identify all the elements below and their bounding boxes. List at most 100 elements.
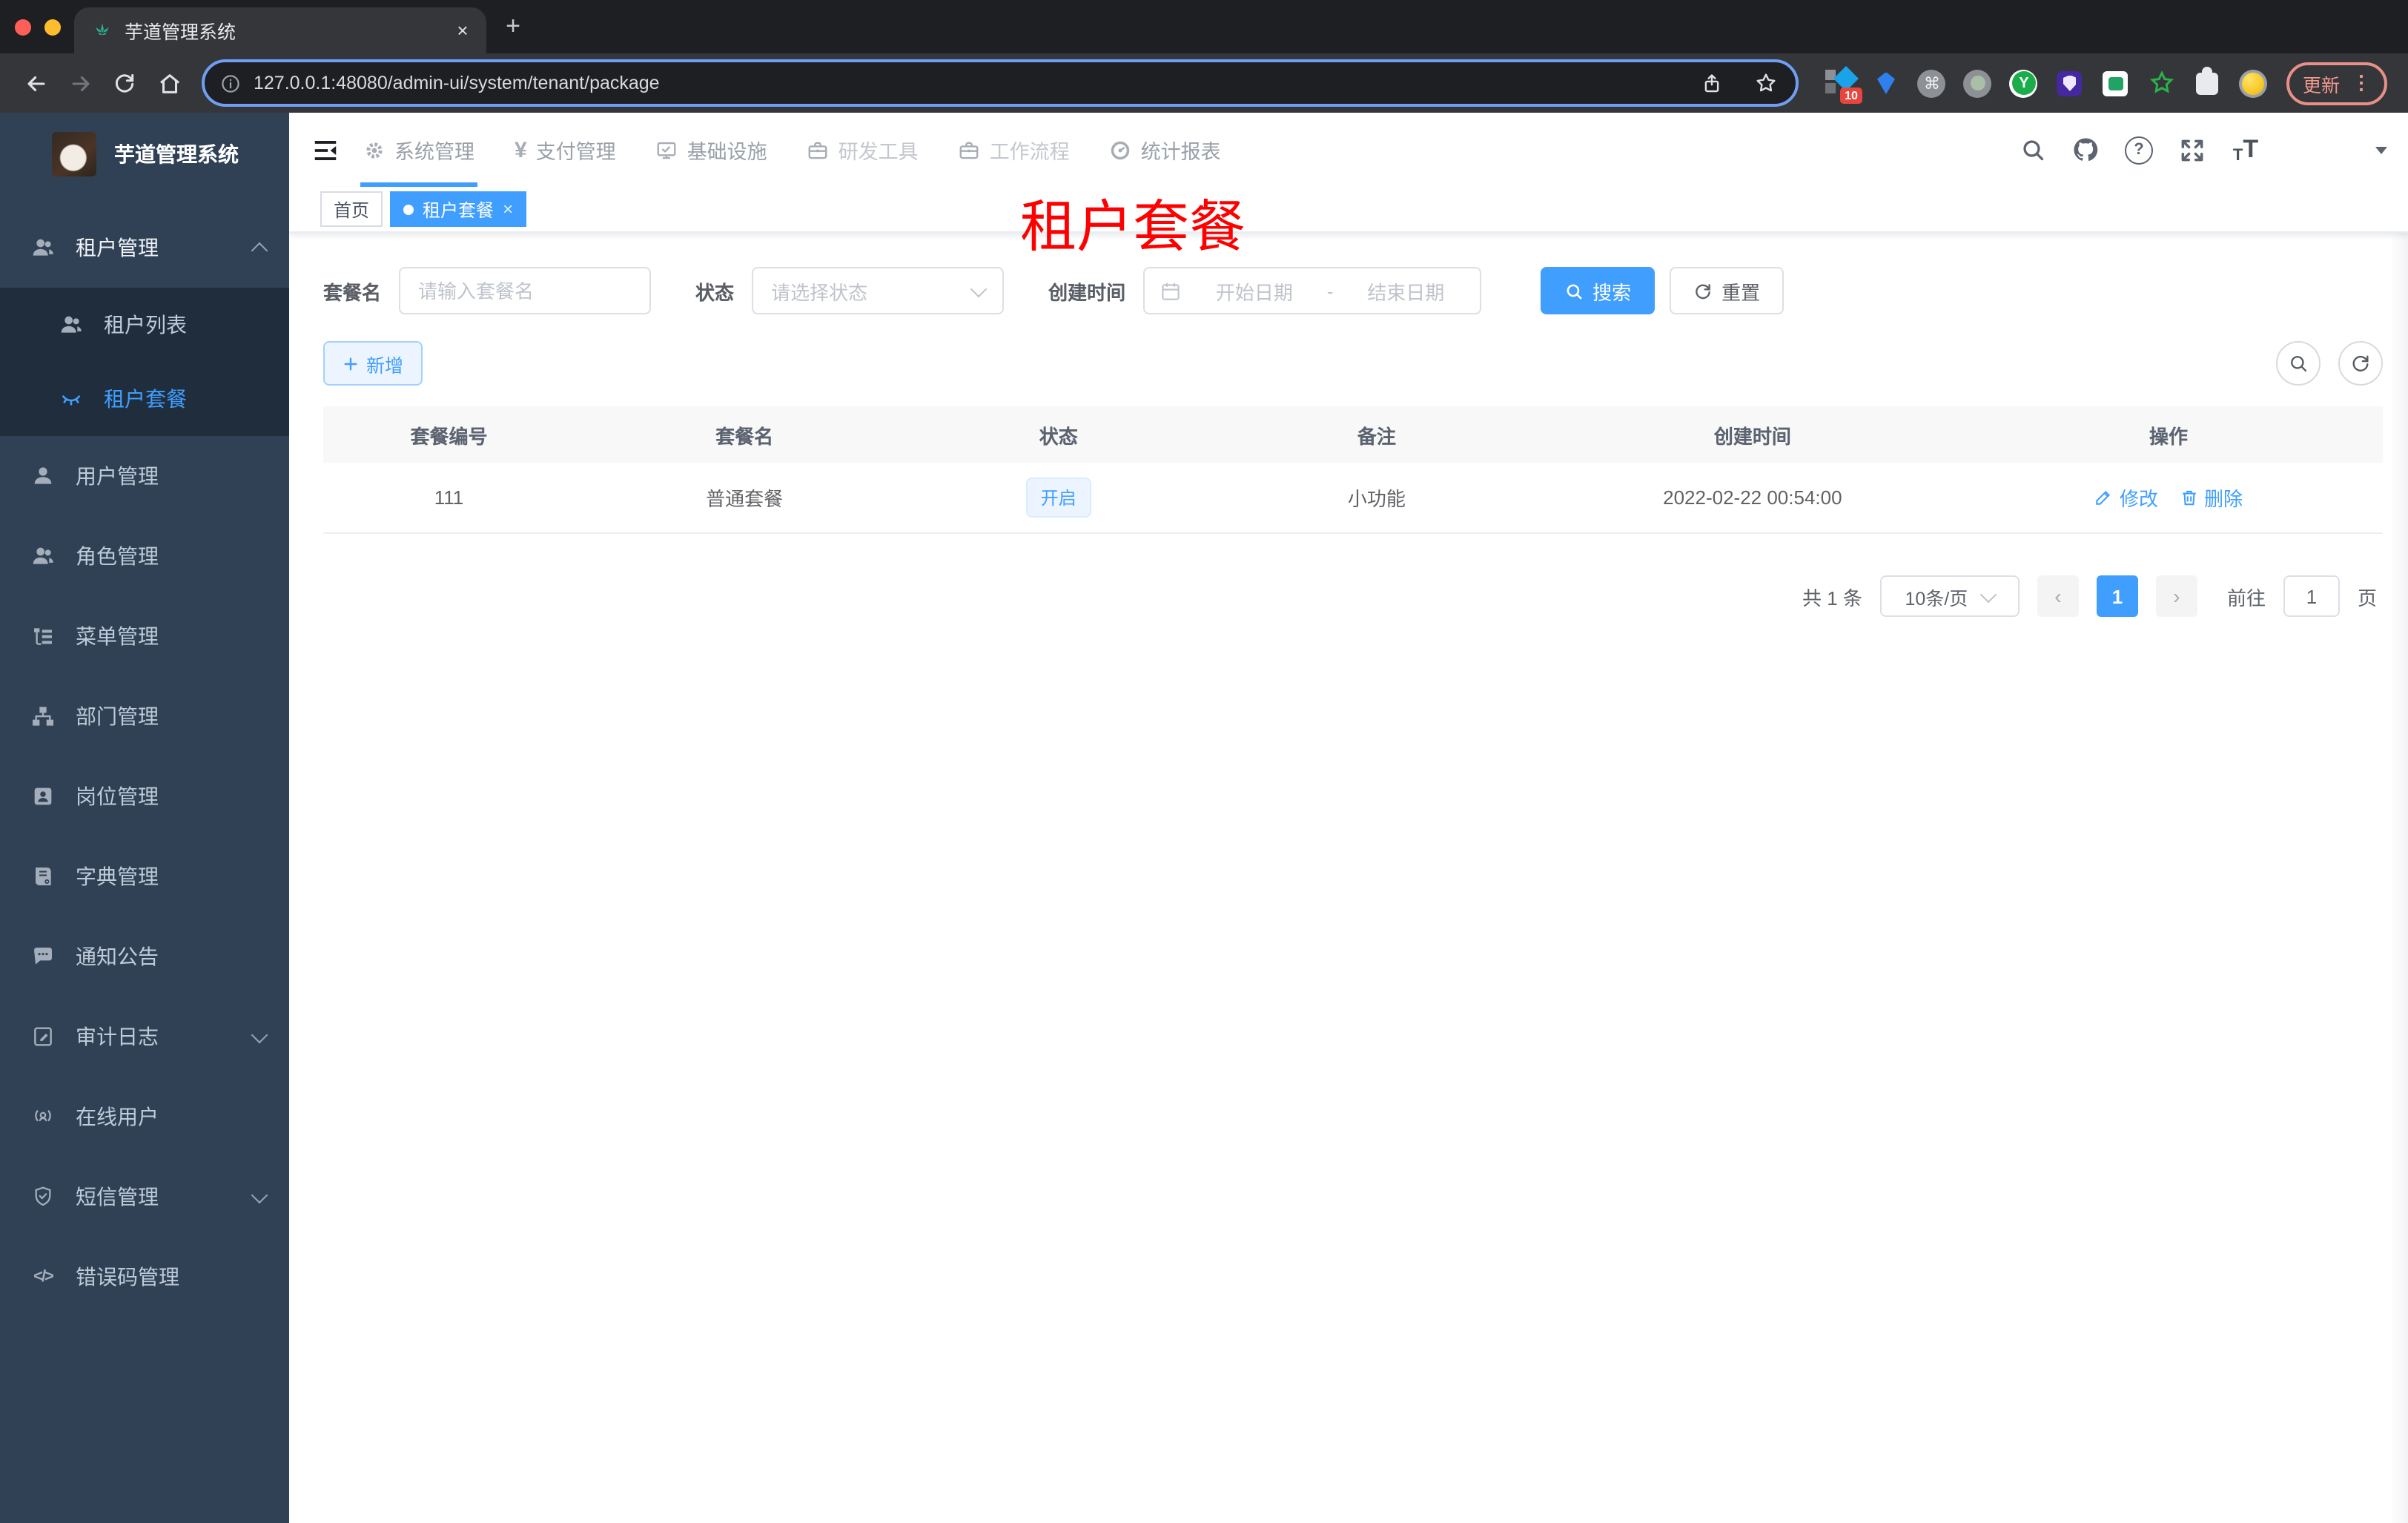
tree-table-icon [31, 624, 55, 648]
user-icon [31, 464, 55, 488]
extension-command-icon[interactable]: ⌘ [1917, 68, 1947, 98]
tag-home[interactable]: 首页 [320, 191, 383, 227]
sidebar-item-label: 审计日志 [76, 1025, 159, 1048]
header-search-button[interactable] [2018, 136, 2046, 164]
sidebar-item-tenant-package[interactable]: 租户套餐 [0, 362, 289, 436]
sidebar-item-department-management[interactable]: 部门管理 [0, 676, 289, 756]
browser-update-button[interactable]: 更新 ⋮ [2286, 62, 2387, 105]
reset-button[interactable]: 重置 [1670, 267, 1784, 314]
avatar-caret-icon[interactable] [2375, 146, 2387, 153]
shield-icon [31, 1185, 55, 1209]
forward-button[interactable] [59, 62, 101, 104]
table-right-tools [2276, 341, 2383, 386]
status-select[interactable]: 请选择状态 [752, 267, 1005, 314]
top-navbar: 系统管理 ¥ 支付管理 基础设施 研发工具 工作流程 统计报表 ? T T [289, 113, 2408, 187]
tags-view-bar: 首页 租户套餐 × [289, 187, 2408, 233]
window-close-button[interactable] [15, 19, 31, 35]
tab-favicon [96, 22, 109, 35]
user-avatar[interactable] [2291, 125, 2341, 175]
sidebar-collapse-button[interactable] [301, 126, 348, 174]
delete-link[interactable]: 删除 [2179, 483, 2243, 512]
refresh-table-button[interactable] [2338, 341, 2383, 386]
edit-link[interactable]: 修改 [2094, 483, 2158, 512]
bookmark-star-icon [1756, 73, 1776, 92]
sidebar-item-role-management[interactable]: 角色管理 [0, 516, 289, 596]
scrollbar-gutter[interactable] [2390, 233, 2408, 1523]
extensions-puzzle-icon[interactable] [2193, 66, 2223, 98]
sidebar-item-dict-management[interactable]: 字典管理 [0, 836, 289, 916]
date-range-picker[interactable]: 开始日期 - 结束日期 [1143, 267, 1482, 314]
extension-chat-icon[interactable] [2101, 68, 2131, 98]
toggle-search-button[interactable] [2276, 341, 2321, 386]
window-minimize-button[interactable] [44, 19, 61, 35]
extensions-area: 10 ⌘ Y [1810, 66, 2283, 104]
filter-form: 套餐名 状态 请选择状态 创建时间 开始日期 - 结束日期 [323, 267, 2383, 314]
help-button[interactable]: ? [2125, 136, 2153, 164]
sidebar-item-label: 在线用户 [76, 1105, 159, 1129]
extension-shield-icon[interactable] [2055, 68, 2085, 98]
sidebar-item-sms-management[interactable]: 短信管理 [0, 1157, 289, 1237]
share-icon [1705, 73, 1720, 92]
sidebar-item-label: 租户套餐 [104, 387, 187, 411]
top-menu-item-payment[interactable]: ¥ 支付管理 [515, 113, 616, 187]
top-menu-item-report[interactable]: 统计报表 [1110, 113, 1221, 187]
reload-button[interactable] [104, 62, 145, 104]
site-info-icon[interactable] [219, 72, 242, 94]
search-button[interactable]: 搜索 [1541, 267, 1656, 314]
extension-gem-icon[interactable] [1871, 68, 1901, 98]
extension-star-icon[interactable] [2147, 68, 2177, 98]
extension-circle-icon[interactable] [1963, 68, 1993, 98]
bookmark-button[interactable] [1745, 62, 1787, 104]
sidebar-item-tenant-list[interactable]: 租户列表 [0, 288, 289, 362]
cell-package-id: 111 [434, 486, 464, 509]
refresh-icon [2352, 355, 2369, 371]
extension-tampermonkey-icon[interactable]: 10 [1825, 66, 1862, 104]
sidebar-item-tenant-management[interactable]: 租户管理 [0, 208, 289, 288]
sidebar-item-error-code[interactable]: </> 错误码管理 [0, 1237, 289, 1317]
sidebar-item-label: 租户管理 [76, 236, 159, 260]
tab-close-icon[interactable]: × [451, 19, 474, 42]
page-size-select[interactable]: 10条/页 [1879, 575, 2020, 617]
next-page-button[interactable]: › [2155, 575, 2197, 617]
package-table: 套餐编号 套餐名 状态 备注 创建时间 操作 111 普通套餐 开启 小功能 2… [323, 406, 2383, 534]
active-dot-icon [403, 204, 414, 214]
cell-status: 开启 [914, 478, 1203, 518]
top-menu-item-infrastructure[interactable]: 基础设施 [656, 113, 767, 187]
top-menu-item-workflow[interactable]: 工作流程 [959, 113, 1070, 187]
column-header: 套餐名 [715, 425, 774, 447]
top-menu: 系统管理 ¥ 支付管理 基础设施 研发工具 工作流程 统计报表 [360, 113, 1221, 187]
browser-tab[interactable]: 芋道管理系统 × [74, 7, 486, 53]
sidebar-item-notice[interactable]: 通知公告 [0, 916, 289, 997]
prev-page-button[interactable]: ‹ [2037, 575, 2079, 617]
top-menu-item-system[interactable]: 系统管理 [360, 113, 477, 187]
sidebar-item-audit-log[interactable]: 审计日志 [0, 997, 289, 1077]
page-unit-label: 页 [2357, 587, 2377, 609]
font-size-button[interactable]: TT [2232, 134, 2260, 164]
sidebar-item-post-management[interactable]: 岗位管理 [0, 756, 289, 836]
home-button[interactable] [148, 62, 190, 104]
package-name-input[interactable] [399, 267, 652, 314]
sidebar-item-online-users[interactable]: 在线用户 [0, 1077, 289, 1157]
fullscreen-button[interactable] [2178, 136, 2206, 164]
sidebar-item-label: 租户列表 [104, 313, 187, 337]
eye-closed-icon [59, 387, 83, 411]
top-menu-item-dev-tools[interactable]: 研发工具 [807, 113, 919, 187]
profile-avatar-icon[interactable] [2239, 68, 2269, 98]
add-button[interactable]: 新增 [323, 341, 423, 386]
table-header: 套餐编号 套餐名 状态 备注 创建时间 操作 [323, 406, 2383, 463]
browser-menu-icon[interactable]: ⋮ [2352, 71, 2371, 95]
column-header: 创建时间 [1713, 425, 1791, 447]
new-tab-button[interactable]: + [494, 7, 532, 46]
sidebar-item-user-management[interactable]: 用户管理 [0, 436, 289, 516]
goto-page-input[interactable] [2283, 575, 2340, 617]
share-button[interactable] [1692, 62, 1733, 104]
extension-y-icon[interactable]: Y [2009, 68, 2039, 98]
fullscreen-icon [2181, 139, 2203, 161]
page-number-button[interactable]: 1 [2096, 575, 2138, 617]
tag-tenant-package[interactable]: 租户套餐 × [390, 191, 527, 227]
tag-close-icon[interactable]: × [503, 199, 513, 219]
github-link[interactable] [2071, 136, 2100, 164]
sidebar-item-menu-management[interactable]: 菜单管理 [0, 596, 289, 676]
address-bar[interactable]: 127.0.0.1:48080/admin-ui/system/tenant/p… [202, 59, 1799, 107]
back-button[interactable] [15, 62, 56, 104]
